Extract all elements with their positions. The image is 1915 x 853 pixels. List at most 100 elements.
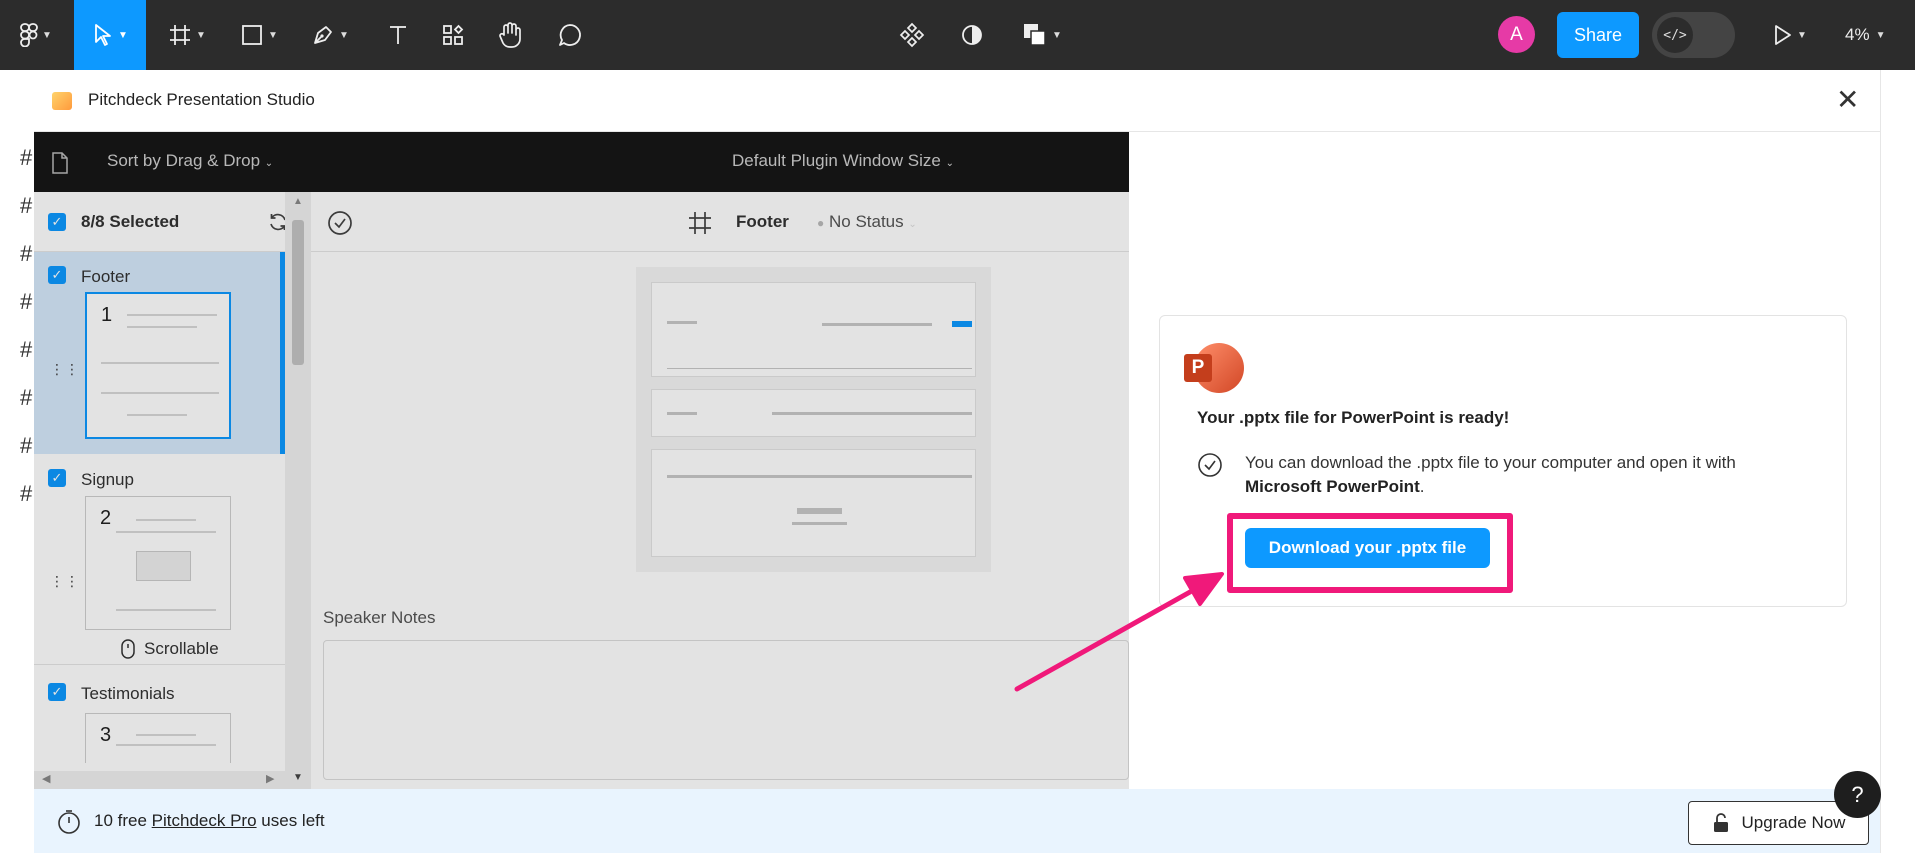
description-text: You can download the .pptx file to your … (1245, 453, 1736, 472)
slide-number: 3 (100, 724, 112, 746)
window-size-dropdown[interactable]: Default Plugin Window Size ⌄ (732, 151, 954, 171)
slide-thumbnail[interactable]: 1 (85, 292, 231, 439)
plugin-footer: 10 free Pitchdeck Pro uses left Upgrade … (34, 789, 1880, 853)
contrast-icon (962, 25, 982, 45)
powerpoint-letter: P (1184, 354, 1212, 382)
scroll-up-icon[interactable]: ▲ (293, 196, 303, 207)
shape-tool-button[interactable]: ▼ (234, 0, 284, 70)
figma-logo-icon (20, 23, 38, 47)
slide-thumbnail[interactable]: 2 (85, 496, 231, 630)
figma-toolbar: ▼ ▼ ▼ ▼ ▼ ▼ A Share </> ▼ 4% ▼ (0, 0, 1915, 70)
figma-menu-button[interactable]: ▼ (12, 0, 60, 70)
preview-section (651, 282, 976, 377)
slide-checkbox[interactable]: ✓ (48, 266, 66, 284)
help-button[interactable]: ? (1834, 771, 1881, 818)
frame-layer-icon: # (20, 193, 33, 218)
preview-section (651, 449, 976, 557)
present-button[interactable]: ▼ (1764, 0, 1814, 70)
thumb-line (116, 744, 216, 746)
ready-message: Your .pptx file for PowerPoint is ready! (1197, 408, 1510, 427)
slide-item-footer[interactable]: ✓ Footer ⋮⋮⋮ 1 (34, 252, 285, 454)
chevron-down-icon: ▼ (118, 29, 128, 41)
thumb-line (136, 519, 196, 521)
preview-line (667, 475, 972, 478)
description-end: . (1419, 477, 1425, 496)
status-dropdown[interactable]: ● No Status ⌄ (817, 212, 917, 232)
preview-line (772, 412, 972, 415)
plugin-topbar: Sort by Drag & Drop ⌄ Default Plugin Win… (34, 132, 1129, 192)
slide-list-sidebar: ✓ 8/8 Selected ✓ Footer ⋮⋮⋮ 1 ✓ Signup ⋮… (34, 192, 311, 790)
scroll-thumb[interactable] (292, 220, 304, 365)
move-tool-button[interactable]: ▼ (74, 0, 146, 70)
select-all-checkbox[interactable]: ✓ (48, 213, 66, 231)
plugin-title: Pitchdeck Presentation Studio (88, 90, 315, 109)
export-panel: P Your .pptx file for PowerPoint is read… (1129, 132, 1880, 789)
plugin-header: Pitchdeck Presentation Studio ✕ (34, 70, 1880, 132)
thumb-line (127, 414, 187, 416)
share-button[interactable]: Share (1557, 12, 1639, 58)
check-circle-icon[interactable] (327, 210, 353, 236)
selection-indicator (280, 252, 285, 454)
slide-name: Footer (81, 267, 131, 286)
slide-number: 2 (100, 507, 112, 529)
slide-checkbox[interactable]: ✓ (48, 683, 66, 701)
horizontal-scrollbar[interactable]: ◀ ▶ (34, 771, 285, 790)
thumb-line (127, 314, 217, 316)
boolean-ops-button[interactable]: ▼ (1014, 0, 1070, 70)
cursor-icon (95, 24, 111, 46)
frame-icon (689, 212, 711, 234)
thumb-line (136, 734, 196, 736)
frame-layer-icon: # (20, 433, 33, 458)
slide-item-signup[interactable]: ✓ Signup ⋮⋮⋮ 2 Scrollable (34, 454, 285, 664)
preview-section (651, 389, 976, 437)
comment-tool-button[interactable] (550, 0, 590, 70)
dev-mode-toggle[interactable]: </> (1652, 12, 1735, 58)
scroll-right-icon[interactable]: ▶ (266, 772, 274, 785)
frame-layer-icon: # (20, 289, 33, 314)
slide-thumbnail[interactable]: 3 (85, 713, 231, 763)
frame-layer-icon: # (20, 337, 33, 362)
vertical-scrollbar[interactable]: ▲ ▼ (285, 192, 311, 789)
contrast-button[interactable] (952, 0, 992, 70)
close-icon[interactable]: ✕ (1836, 86, 1859, 114)
user-avatar[interactable]: A (1498, 16, 1535, 53)
components-button[interactable] (892, 0, 932, 70)
code-icon: </> (1657, 17, 1693, 53)
select-all-row: ✓ 8/8 Selected (34, 192, 311, 252)
check-circle-icon (1198, 453, 1222, 477)
chevron-down-icon: ⌄ (908, 219, 917, 230)
text-icon (390, 26, 406, 44)
component-icon (899, 22, 925, 48)
speaker-notes-input[interactable] (323, 640, 1129, 780)
scroll-left-icon[interactable]: ◀ (42, 772, 50, 785)
slide-checkbox[interactable]: ✓ (48, 469, 66, 487)
sort-dropdown[interactable]: Sort by Drag & Drop ⌄ (107, 151, 273, 171)
rectangle-icon (242, 25, 262, 45)
text-tool-button[interactable] (378, 0, 418, 70)
zoom-menu[interactable]: 4% ▼ (1845, 0, 1885, 70)
chevron-down-icon: ⌄ (945, 158, 954, 169)
slide-detail-area: Footer ● No Status ⌄ Speaker Notes (311, 192, 1129, 789)
slide-number: 1 (101, 304, 113, 326)
pen-tool-button[interactable]: ▼ (305, 0, 355, 70)
properties-panel-edge (1880, 70, 1915, 853)
slide-item-testimonials[interactable]: ✓ Testimonials 3 ◀ ▶ (34, 664, 285, 790)
chevron-down-icon: ▼ (339, 29, 349, 41)
uses-count: 10 free (94, 811, 147, 830)
resources-button[interactable] (433, 0, 473, 70)
plugin-window: Pitchdeck Presentation Studio ✕ Sort by … (34, 70, 1880, 853)
pitchdeck-pro-link[interactable]: Pitchdeck Pro (152, 811, 257, 830)
scroll-down-icon[interactable]: ▼ (293, 772, 303, 783)
frame-tool-button[interactable]: ▼ (162, 0, 212, 70)
download-pptx-button[interactable]: Download your .pptx file (1245, 528, 1490, 568)
chevron-down-icon: ▼ (1875, 29, 1886, 41)
layers-panel-edge: # # # # # # # # (0, 70, 34, 853)
chevron-down-icon: ▼ (1052, 29, 1062, 41)
hand-tool-button[interactable] (490, 0, 530, 70)
frame-layer-icon: # (20, 145, 33, 170)
document-icon[interactable] (50, 152, 70, 174)
preview-line (667, 368, 972, 369)
app-name: Microsoft PowerPoint (1245, 477, 1420, 496)
mouse-icon (121, 639, 135, 659)
selected-count: 8/8 Selected (81, 212, 180, 231)
